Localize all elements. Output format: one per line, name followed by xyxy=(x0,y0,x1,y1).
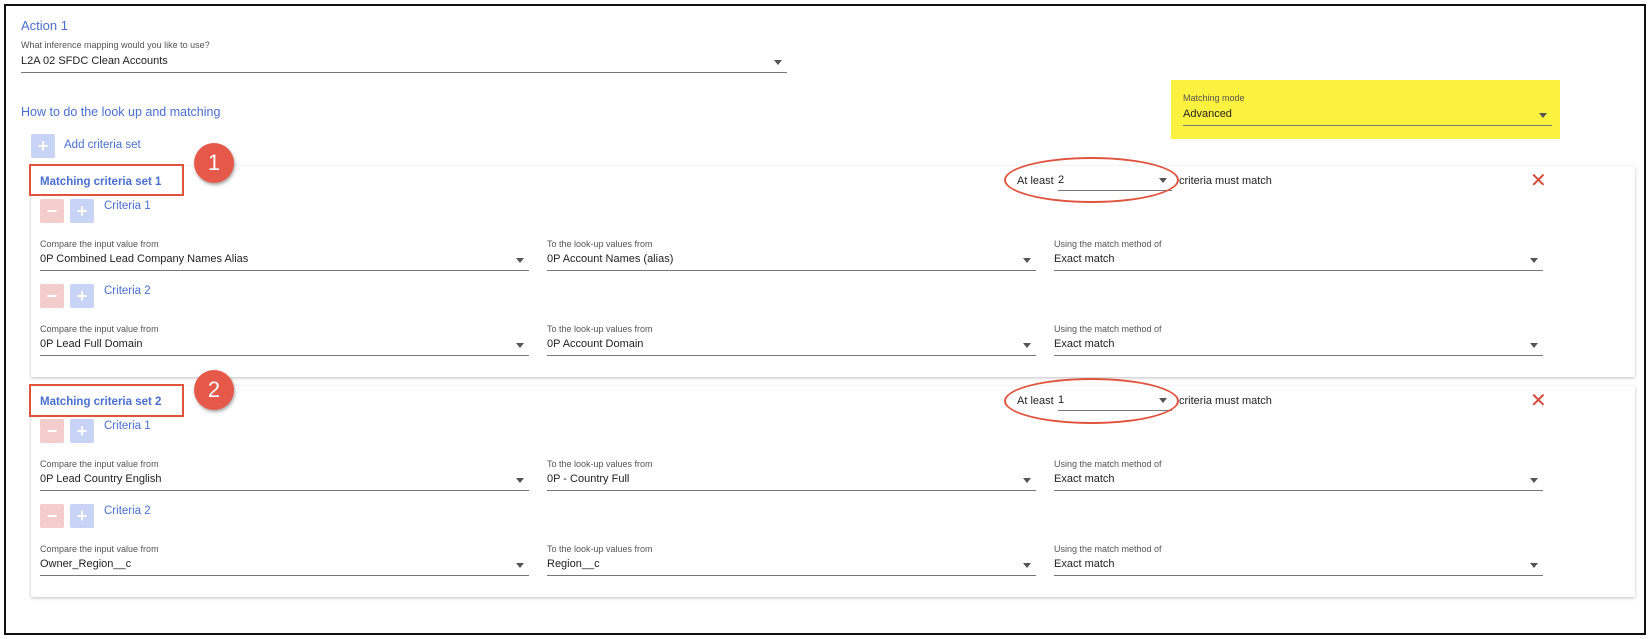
input-field-label: Compare the input value from xyxy=(40,544,159,554)
plus-icon: + xyxy=(76,421,88,441)
lookup-field-value: 0P - Country Full xyxy=(547,473,630,485)
plus-icon: + xyxy=(76,201,88,221)
input-field-label: Compare the input value from xyxy=(40,324,159,334)
method-field-label: Using the match method of xyxy=(1054,239,1162,249)
mapping-label: What inference mapping would you like to… xyxy=(21,40,210,50)
add-criteria-set-label[interactable]: Add criteria set xyxy=(64,139,141,151)
lookup-title: How to do the look up and matching xyxy=(21,105,221,119)
chevron-down-icon xyxy=(1023,563,1031,568)
remove-criteria-button[interactable]: − xyxy=(40,419,64,443)
input-field-value: 0P Combined Lead Company Names Alias xyxy=(40,253,249,265)
add-criteria-button[interactable]: + xyxy=(70,419,94,443)
input-field-value: 0P Lead Full Domain xyxy=(40,338,143,350)
annotation-ellipse-set-2 xyxy=(1004,378,1179,424)
method-field-select[interactable]: Exact match xyxy=(1054,334,1543,356)
add-criteria-button[interactable]: + xyxy=(70,284,94,308)
method-field-value: Exact match xyxy=(1054,253,1115,265)
annotation-box-set-2 xyxy=(29,384,184,417)
lookup-field-value: 0P Account Names (alias) xyxy=(547,253,674,265)
matching-mode-select[interactable]: Advanced xyxy=(1183,105,1552,126)
close-icon[interactable]: ✕ xyxy=(1530,391,1547,411)
plus-icon: + xyxy=(37,136,49,156)
chevron-down-icon xyxy=(516,563,524,568)
input-field-value: 0P Lead Country English xyxy=(40,473,162,485)
method-field-select[interactable]: Exact match xyxy=(1054,554,1543,576)
matching-mode-label: Matching mode xyxy=(1183,93,1245,103)
add-criteria-button[interactable]: + xyxy=(70,504,94,528)
remove-criteria-button[interactable]: − xyxy=(40,284,64,308)
chevron-down-icon xyxy=(1023,258,1031,263)
lookup-field-select[interactable]: Region__c xyxy=(547,554,1036,576)
method-field-value: Exact match xyxy=(1054,338,1115,350)
minus-icon: − xyxy=(46,506,58,526)
method-field-select[interactable]: Exact match xyxy=(1054,249,1543,271)
input-field-select[interactable]: 0P Lead Country English xyxy=(40,469,529,491)
lookup-field-value: Region__c xyxy=(547,558,600,570)
minus-icon: − xyxy=(46,286,58,306)
remove-criteria-button[interactable]: − xyxy=(40,504,64,528)
plus-icon: + xyxy=(76,506,88,526)
minus-icon: − xyxy=(46,201,58,221)
input-field-value: Owner_Region__c xyxy=(40,558,132,570)
chevron-down-icon xyxy=(516,258,524,263)
chevron-down-icon xyxy=(1530,478,1538,483)
must-match-label: criteria must match xyxy=(1179,395,1272,407)
annotation-badge-1: 1 xyxy=(194,143,234,183)
must-match-label: criteria must match xyxy=(1179,175,1272,187)
method-field-value: Exact match xyxy=(1054,473,1115,485)
minus-icon: − xyxy=(46,421,58,441)
criteria-title: Criteria 2 xyxy=(104,505,151,517)
matching-mode-highlight: Matching mode Advanced xyxy=(1171,80,1560,139)
input-field-select[interactable]: 0P Combined Lead Company Names Alias xyxy=(40,249,529,271)
criteria-set-card-1: Matching criteria set 1 At least 2 crite… xyxy=(31,166,1635,377)
chevron-down-icon xyxy=(1023,343,1031,348)
chevron-down-icon xyxy=(1539,113,1547,118)
chevron-down-icon xyxy=(774,60,782,65)
chevron-down-icon xyxy=(1530,563,1538,568)
lookup-field-select[interactable]: 0P - Country Full xyxy=(547,469,1036,491)
method-field-label: Using the match method of xyxy=(1054,324,1162,334)
input-field-select[interactable]: Owner_Region__c xyxy=(40,554,529,576)
lookup-field-label: To the look-up values from xyxy=(547,239,653,249)
lookup-field-value: 0P Account Domain xyxy=(547,338,644,350)
add-criteria-set-button[interactable]: + xyxy=(31,134,55,158)
method-field-label: Using the match method of xyxy=(1054,459,1162,469)
criteria-title: Criteria 2 xyxy=(104,285,151,297)
add-criteria-button[interactable]: + xyxy=(70,199,94,223)
action-title: Action 1 xyxy=(21,18,68,33)
lookup-field-select[interactable]: 0P Account Domain xyxy=(547,334,1036,356)
chevron-down-icon xyxy=(1530,343,1538,348)
method-field-label: Using the match method of xyxy=(1054,544,1162,554)
matching-mode-value: Advanced xyxy=(1183,108,1232,120)
input-field-select[interactable]: 0P Lead Full Domain xyxy=(40,334,529,356)
method-field-value: Exact match xyxy=(1054,558,1115,570)
chevron-down-icon xyxy=(1530,258,1538,263)
close-icon[interactable]: ✕ xyxy=(1530,171,1547,191)
input-field-label: Compare the input value from xyxy=(40,459,159,469)
criteria-set-card-2: Matching criteria set 2 At least 1 crite… xyxy=(31,386,1635,597)
mapping-select-value: L2A 02 SFDC Clean Accounts xyxy=(21,55,168,67)
app-frame: Action 1 What inference mapping would yo… xyxy=(4,4,1646,635)
remove-criteria-button[interactable]: − xyxy=(40,199,64,223)
criteria-title: Criteria 1 xyxy=(104,200,151,212)
method-field-select[interactable]: Exact match xyxy=(1054,469,1543,491)
criteria-title: Criteria 1 xyxy=(104,420,151,432)
annotation-box-set-1 xyxy=(29,164,184,196)
chevron-down-icon xyxy=(516,478,524,483)
lookup-field-label: To the look-up values from xyxy=(547,459,653,469)
lookup-field-label: To the look-up values from xyxy=(547,324,653,334)
lookup-field-label: To the look-up values from xyxy=(547,544,653,554)
mapping-select[interactable]: L2A 02 SFDC Clean Accounts xyxy=(21,52,787,73)
annotation-badge-2: 2 xyxy=(194,370,234,410)
chevron-down-icon xyxy=(516,343,524,348)
lookup-field-select[interactable]: 0P Account Names (alias) xyxy=(547,249,1036,271)
plus-icon: + xyxy=(76,286,88,306)
chevron-down-icon xyxy=(1023,478,1031,483)
annotation-ellipse-set-1 xyxy=(1004,157,1179,203)
input-field-label: Compare the input value from xyxy=(40,239,159,249)
